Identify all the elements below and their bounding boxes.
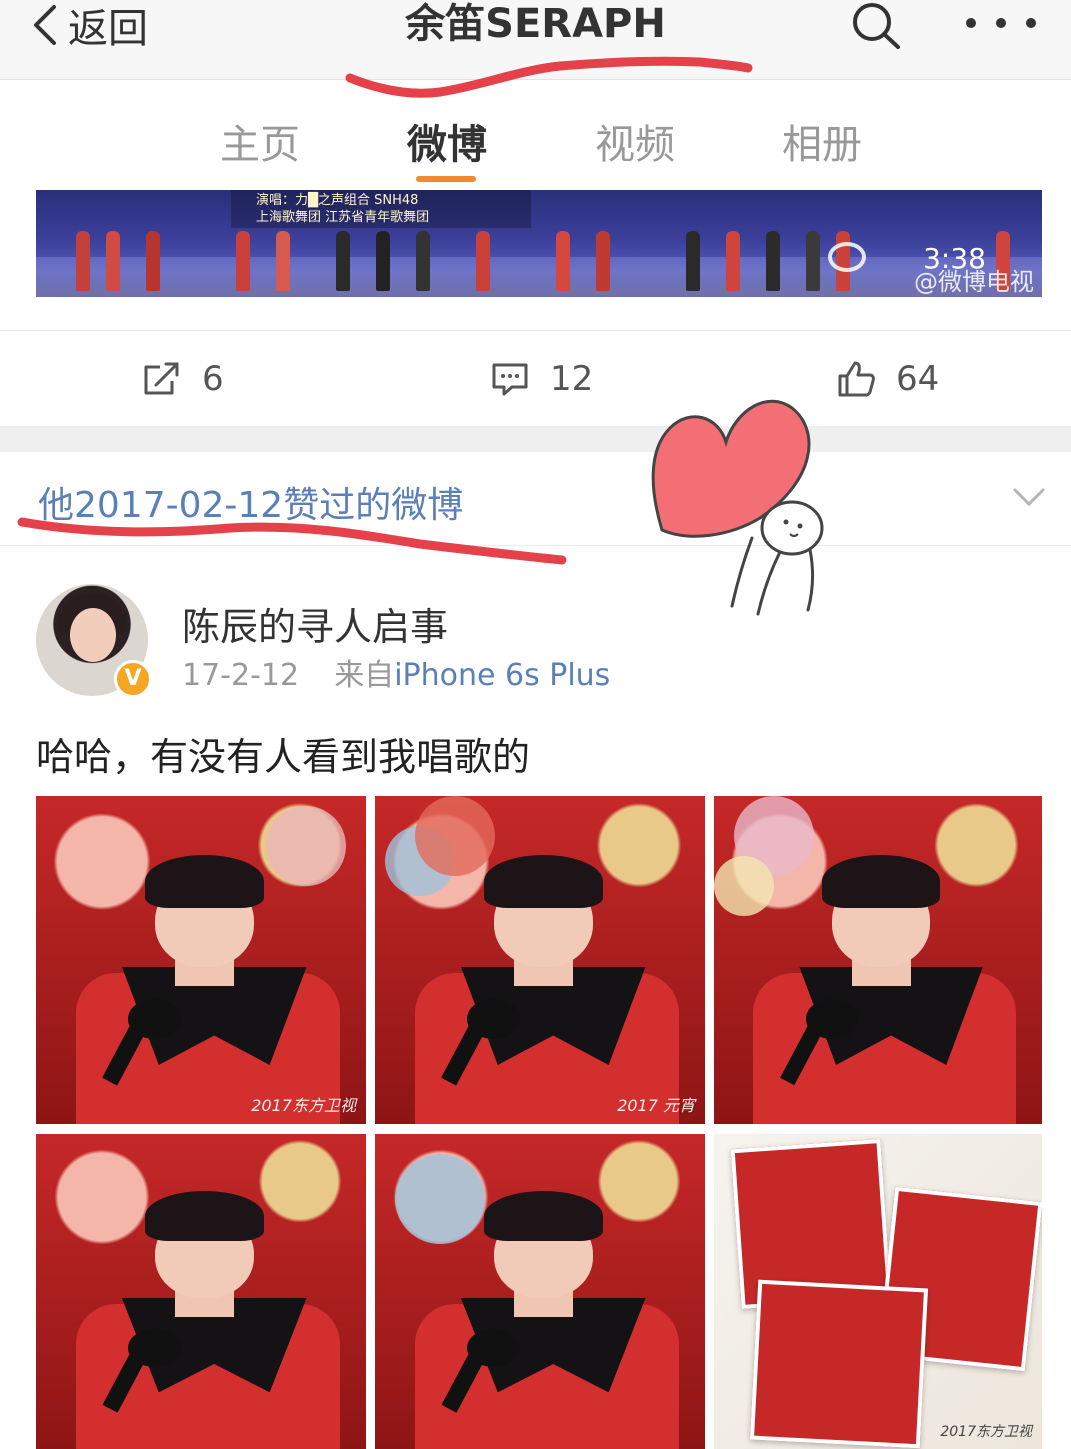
chevron-down-icon[interactable] (1012, 482, 1046, 512)
post-photo-2[interactable]: 2017 元宵 (375, 796, 705, 1124)
repost-button[interactable]: 6 (142, 357, 224, 401)
post-photo-3[interactable] (714, 796, 1042, 1124)
video-caption: 演唱：力█之声组合 SNH48 上海歌舞团 江苏省青年歌舞团 (256, 193, 430, 225)
profile-tabs: 主页 微博 视频 相册 (0, 80, 1071, 188)
post-photo-5[interactable] (375, 1134, 705, 1449)
repost-count: 6 (202, 359, 224, 399)
post-photo-4[interactable] (36, 1134, 366, 1449)
post-photo-1[interactable]: 2017东方卫视 (36, 796, 366, 1124)
comment-count: 12 (550, 359, 594, 399)
nav-bar: 返回 余笛SERAPH (0, 0, 1071, 80)
photo-stamp: 2017东方卫视 (251, 1096, 356, 1115)
post-text: 哈哈，有没有人看到我唱歌的 (36, 735, 531, 779)
thumbs-up-icon (838, 361, 875, 397)
photo-stamp: 2017 元宵 (617, 1096, 695, 1115)
weibo-logo-icon (828, 242, 866, 272)
page-title: 余笛SERAPH (405, 1, 666, 47)
back-button[interactable]: 返回 (30, 0, 148, 52)
tab-weibo[interactable]: 微博 (407, 112, 487, 170)
like-button[interactable]: 64 (836, 357, 939, 401)
more-options-icon[interactable] (966, 8, 1036, 38)
liked-section-header: 他2017-02-12赞过的微博 (0, 452, 1071, 546)
chevron-left-icon (34, 5, 56, 45)
like-count: 64 (896, 359, 940, 399)
post-source[interactable]: iPhone 6s Plus (394, 658, 610, 693)
tab-albums[interactable]: 相册 (782, 112, 862, 170)
post-author[interactable]: 陈辰的寻人启事 (182, 596, 448, 651)
post-date: 17-2-12 (182, 658, 300, 693)
post-source-prefix: 来自 (334, 658, 395, 693)
photo-stamp: 2017东方卫视 (940, 1424, 1032, 1440)
tab-videos[interactable]: 视频 (595, 112, 675, 170)
comment-icon (492, 363, 528, 396)
liked-date-label: 他2017-02-12赞过的微博 (38, 485, 464, 526)
comment-button[interactable]: 12 (490, 357, 593, 401)
tab-home[interactable]: 主页 (220, 112, 300, 170)
search-icon[interactable] (848, 0, 904, 50)
post-action-bar: 6 12 64 (0, 330, 1071, 426)
post-photo-6[interactable]: 2017东方卫视 (714, 1134, 1042, 1449)
repost-icon (144, 362, 179, 395)
post-meta: 17-2-12 来自iPhone 6s Plus (182, 650, 610, 694)
verified-badge: V (114, 660, 152, 698)
video-watermark: @微博电视 (914, 268, 1034, 296)
feed-separator (0, 426, 1071, 452)
active-tab-indicator (416, 176, 476, 182)
back-label: 返回 (68, 6, 148, 52)
video-thumbnail[interactable]: 演唱：力█之声组合 SNH48 上海歌舞团 江苏省青年歌舞团 3:38 @微博电… (36, 190, 1042, 297)
